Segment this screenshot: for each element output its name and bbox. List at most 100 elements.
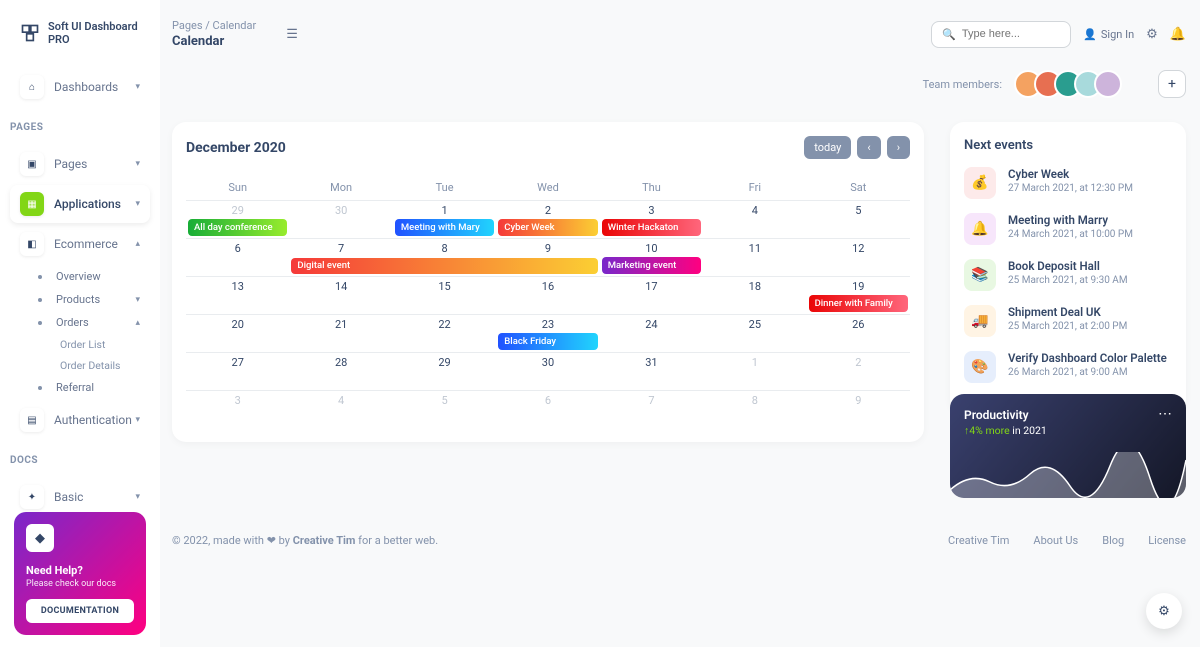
calendar-daynum: 13 [192, 280, 283, 293]
calendar-cell[interactable]: 26 [807, 314, 910, 352]
calendar-cell[interactable]: 6 [496, 390, 599, 428]
calendar-cell[interactable]: 15 [393, 276, 496, 314]
calendar-cell[interactable]: 22 [393, 314, 496, 352]
footer-link[interactable]: Blog [1102, 534, 1124, 547]
calendar-cell[interactable]: 5 [807, 200, 910, 238]
calendar-cell[interactable]: 4 [289, 390, 392, 428]
avatar[interactable] [1094, 70, 1122, 98]
calendar-cell[interactable]: 11 [703, 238, 806, 276]
calendar-cell[interactable]: 27 [186, 352, 289, 390]
prev-button[interactable]: ‹ [857, 136, 880, 159]
calendar-cell[interactable]: 19Dinner with Family [807, 276, 910, 314]
calendar-cell[interactable]: 7 [600, 390, 703, 428]
calendar-dow: Sat [807, 175, 910, 200]
calendar-daynum: 29 [399, 356, 490, 369]
calendar-cell[interactable]: 30 [496, 352, 599, 390]
sidebar-item-order-list[interactable]: Order List [28, 334, 150, 355]
chevron-down-icon: ▾ [135, 159, 140, 169]
calendar-cell[interactable]: 6 [186, 238, 289, 276]
event-row[interactable]: 💰 Cyber Week 27 March 2021, at 12:30 PM [964, 167, 1172, 199]
calendar-cell[interactable]: 2 [807, 352, 910, 390]
calendar-cell[interactable]: 8 [703, 390, 806, 428]
sidebar-item-referral[interactable]: Referral [28, 376, 150, 399]
documentation-button[interactable]: DOCUMENTATION [26, 599, 134, 623]
calendar-daynum: 10 [606, 242, 697, 255]
sidebar-item-basic[interactable]: ✦ Basic ▾ [10, 478, 150, 516]
breadcrumb-path[interactable]: Pages / Calendar [172, 19, 256, 32]
calendar-dow: Tue [393, 175, 496, 200]
next-button[interactable]: › [887, 136, 910, 159]
calendar-cell[interactable]: 24 [600, 314, 703, 352]
event-row[interactable]: 🎨 Verify Dashboard Color Palette 26 Marc… [964, 351, 1172, 383]
sidebar-item-ecommerce[interactable]: ◧ Ecommerce ▴ [10, 225, 150, 263]
event-row[interactable]: 🔔 Meeting with Marry 24 March 2021, at 1… [964, 213, 1172, 245]
calendar-event[interactable]: Black Friday [498, 333, 597, 350]
calendar-daynum: 15 [399, 280, 490, 293]
app-name: Soft UI Dashboard PRO [48, 20, 148, 46]
calendar-event[interactable]: Dinner with Family [809, 295, 908, 312]
today-button[interactable]: today [804, 136, 851, 159]
calendar-event[interactable]: Meeting with Mary [395, 219, 494, 236]
calendar-cell[interactable]: 2Cyber Week [496, 200, 599, 238]
calendar-event[interactable]: Marketing event [602, 257, 701, 274]
event-row[interactable]: 🚚 Shipment Deal UK 25 March 2021, at 2:0… [964, 305, 1172, 337]
calendar-cell[interactable]: 4 [703, 200, 806, 238]
chevron-down-icon: ▾ [135, 82, 140, 92]
calendar-event[interactable]: Cyber Week [498, 219, 597, 236]
search-input[interactable]: 🔍 [931, 21, 1071, 48]
settings-icon[interactable]: ⚙ [1146, 27, 1158, 42]
sign-in-link[interactable]: 👤Sign In [1083, 28, 1134, 41]
sidebar-item-dashboards[interactable]: ⌂ Dashboards ▾ [10, 68, 150, 106]
calendar-cell[interactable]: 12 [807, 238, 910, 276]
calendar-cell[interactable]: 17 [600, 276, 703, 314]
calendar-cell[interactable]: 1 [703, 352, 806, 390]
sidebar-item-order-details[interactable]: Order Details [28, 355, 150, 376]
calendar-cell[interactable]: 9 [807, 390, 910, 428]
notifications-icon[interactable]: 🔔 [1170, 27, 1186, 42]
calendar-daynum: 1 [709, 356, 800, 369]
sidebar-item-authentication[interactable]: ▤ Authentication ▾ [10, 401, 150, 439]
sidebar-item-overview[interactable]: Overview [28, 265, 150, 288]
calendar-cell[interactable]: 1Meeting with Mary [393, 200, 496, 238]
calendar-cell[interactable]: 31 [600, 352, 703, 390]
calendar-cell[interactable]: 25 [703, 314, 806, 352]
calendar-daynum: 14 [295, 280, 386, 293]
calendar-cell[interactable]: 21 [289, 314, 392, 352]
calendar-cell[interactable]: 30 [289, 200, 392, 238]
calendar-cell[interactable]: 28 [289, 352, 392, 390]
sidebar-item-orders[interactable]: Orders▴ [28, 311, 150, 334]
chevron-up-icon: ▴ [135, 239, 140, 249]
calendar-cell[interactable]: 14 [289, 276, 392, 314]
calendar-daynum: 8 [709, 394, 800, 407]
sidebar-item-pages[interactable]: ▣ Pages ▾ [10, 145, 150, 183]
footer-link[interactable]: Creative Tim [948, 534, 1009, 547]
menu-toggle-icon[interactable]: ☰ [286, 27, 298, 42]
footer-author-link[interactable]: Creative Tim [293, 534, 356, 547]
calendar-cell[interactable]: 20 [186, 314, 289, 352]
calendar-cell[interactable]: 13 [186, 276, 289, 314]
calendar-dow: Sun [186, 175, 289, 200]
calendar-cell[interactable]: 29 [393, 352, 496, 390]
calendar-event[interactable]: Digital event [291, 258, 597, 274]
calendar-cell[interactable]: 3Winter Hackaton [600, 200, 703, 238]
calendar-event[interactable]: All day conference [188, 219, 287, 236]
calendar-cell[interactable]: 18 [703, 276, 806, 314]
footer-link[interactable]: License [1148, 534, 1186, 547]
calendar-cell[interactable]: 5 [393, 390, 496, 428]
calendar-cell[interactable]: 10 Marketing event [600, 238, 703, 276]
settings-fab[interactable]: ⚙ [1146, 593, 1182, 629]
footer-link[interactable]: About Us [1033, 534, 1078, 547]
calendar-event[interactable]: Winter Hackaton [602, 219, 701, 236]
sidebar-item-products[interactable]: Products▾ [28, 288, 150, 311]
calendar-cell[interactable]: 23Black Friday [496, 314, 599, 352]
calendar-cell[interactable]: 16 [496, 276, 599, 314]
more-options-icon[interactable]: ⋯ [1158, 406, 1172, 422]
event-row[interactable]: 📚 Book Deposit Hall 25 March 2021, at 9:… [964, 259, 1172, 291]
search-field[interactable] [962, 28, 1060, 40]
logo[interactable]: Soft UI Dashboard PRO [0, 12, 160, 62]
calendar-daynum: 7 [295, 242, 386, 255]
add-member-button[interactable]: + [1158, 70, 1186, 98]
sidebar-item-applications[interactable]: ▦ Applications ▾ [10, 185, 150, 223]
calendar-cell[interactable]: 29All day conference [186, 200, 289, 238]
calendar-cell[interactable]: 3 [186, 390, 289, 428]
